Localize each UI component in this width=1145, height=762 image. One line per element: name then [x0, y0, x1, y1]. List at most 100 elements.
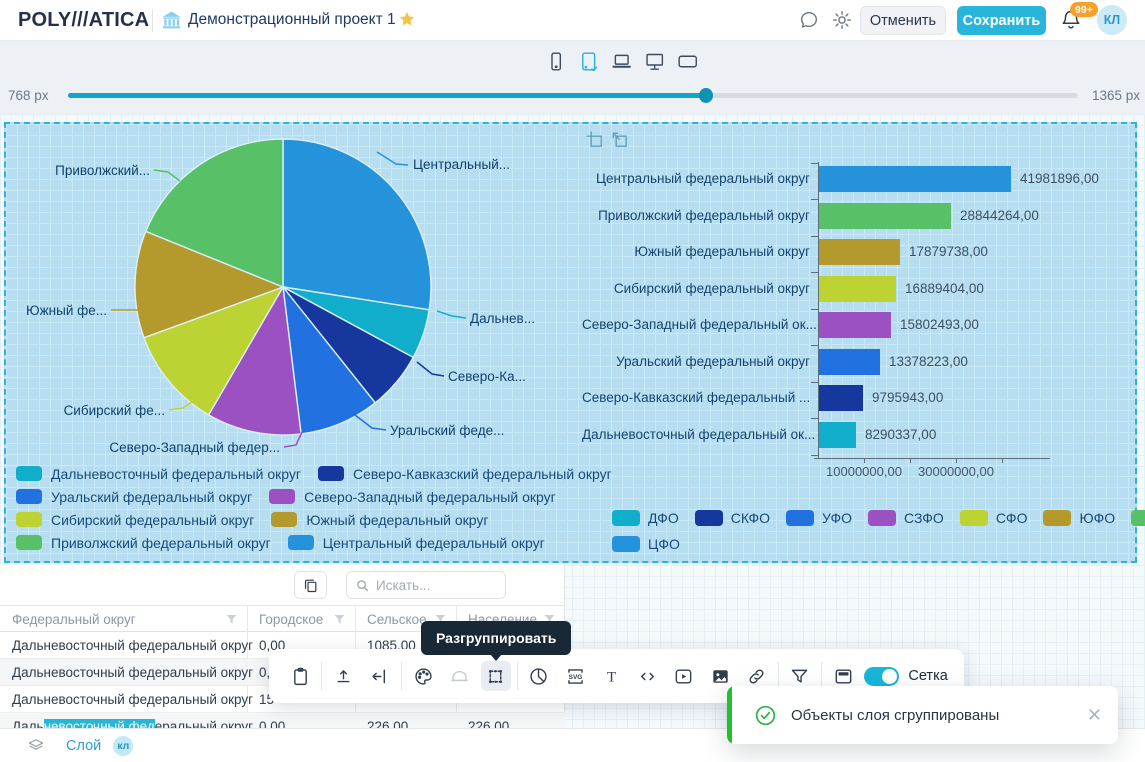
legend-item[interactable]: Дальневосточный федеральный округ [16, 466, 301, 482]
text-icon[interactable]: T [596, 661, 626, 691]
legend-item[interactable]: УФО [786, 510, 852, 526]
search-icon [355, 578, 370, 593]
legend-label: Приволжский федеральный округ [51, 535, 271, 551]
legend-item[interactable]: Центральный федеральный округ [288, 535, 545, 551]
crop-icon[interactable] [585, 130, 604, 149]
bar-legend: ДФО СКФО УФО СЗФО СФО ЮФО ПФО ЦФО [612, 505, 1145, 557]
bar-value-label: 41981896,00 [1020, 166, 1099, 192]
ungroup-icon[interactable] [481, 661, 511, 691]
legend-chip [1131, 510, 1145, 526]
legend-item[interactable]: ПФО [1131, 510, 1145, 526]
slider-thumb[interactable] [699, 88, 713, 103]
grid-toggle[interactable]: Сетка [864, 667, 947, 686]
chat-icon[interactable] [798, 9, 820, 31]
legend-item[interactable]: Северо-Западный федеральный округ [269, 489, 556, 505]
bar-category-label: Сибирский федеральный округ [582, 276, 810, 302]
legend-item[interactable]: СКФО [695, 510, 770, 526]
legend-item[interactable]: СЗФО [868, 510, 944, 526]
upload-icon[interactable] [328, 661, 358, 691]
gear-icon[interactable] [831, 9, 853, 31]
table-cell: Дальневосточный федеральный округ [12, 686, 253, 713]
bar-value-label: 15802493,00 [900, 312, 979, 338]
avatar[interactable]: КЛ [1097, 5, 1127, 35]
code-icon[interactable] [633, 661, 663, 691]
filter-icon[interactable] [225, 613, 238, 626]
bar[interactable] [818, 276, 896, 302]
save-button[interactable]: Сохранить [957, 6, 1046, 35]
toast-message: Объекты слоя сгруппированы [791, 707, 1087, 724]
legend-row: Приволжский федеральный округ Центральный… [16, 531, 629, 554]
palette-icon[interactable] [408, 661, 438, 691]
bar-value-label: 9795943,00 [872, 385, 943, 411]
legend-label: СКФО [731, 510, 770, 526]
cancel-button[interactable]: Отменить [860, 6, 946, 35]
column-header[interactable]: Федеральный округ [0, 606, 247, 632]
legend-item[interactable]: Приволжский федеральный округ [16, 535, 271, 551]
bar[interactable] [818, 203, 951, 229]
bar[interactable] [818, 422, 856, 448]
width-slider[interactable] [68, 93, 1078, 98]
logo: POLY///ATICA [18, 9, 149, 32]
y-axis [818, 162, 819, 458]
legend-row: Сибирский федеральный округ Южный федерал… [16, 508, 629, 531]
bar[interactable] [818, 166, 1011, 192]
monitor-icon[interactable] [644, 51, 665, 72]
filter-icon[interactable] [333, 613, 346, 626]
bank-icon [160, 9, 183, 32]
toggle-switch-icon[interactable] [864, 667, 899, 686]
legend-item[interactable]: Северо-Кавказский федеральный округ [318, 466, 612, 482]
laptop-icon[interactable] [611, 51, 632, 72]
paste-icon[interactable] [285, 661, 315, 691]
pie-label: Южный фе... [26, 303, 107, 318]
close-icon[interactable]: ✕ [1087, 706, 1102, 724]
y-axis-tick [811, 345, 818, 346]
column-header[interactable]: Городское [247, 606, 355, 632]
legend-item[interactable]: ЦФО [612, 536, 680, 552]
legend-row: Уральский федеральный округ Северо-Западн… [16, 485, 629, 508]
pie-chart-icon[interactable] [524, 661, 554, 691]
legend-row: ДФО СКФО УФО СЗФО СФО ЮФО ПФО [612, 505, 1145, 531]
legend-chip [16, 512, 42, 527]
bar[interactable] [818, 312, 891, 338]
phone-icon[interactable] [545, 51, 566, 72]
svg-icon[interactable]: SVG [560, 661, 590, 691]
move-out-icon[interactable] [610, 130, 629, 149]
legend-item[interactable]: Сибирский федеральный округ [16, 512, 254, 528]
pie-legend: Дальневосточный федеральный округ Северо-… [16, 462, 629, 554]
bar[interactable] [818, 239, 900, 265]
legend-item[interactable]: Южный федеральный округ [271, 512, 488, 528]
pie-chart[interactable] [132, 136, 434, 438]
legend-chip [695, 510, 723, 526]
favorite-star-icon[interactable] [398, 10, 416, 28]
bar-category-label: Северо-Кавказский федеральный ... [582, 385, 810, 411]
legend-chip [960, 510, 988, 526]
bar[interactable] [818, 385, 863, 411]
legend-item[interactable]: СФО [960, 510, 1028, 526]
legend-chip [16, 535, 42, 550]
legend-item[interactable]: ЮФО [1043, 510, 1115, 526]
grouped-selection[interactable]: Центральный...Дальнев...Северо-Ка...Урал… [4, 122, 1137, 563]
legend-chip [16, 489, 42, 504]
bar-chart[interactable]: Центральный федеральный округ41981896,00… [582, 156, 1135, 496]
layer-tab[interactable]: Слой [66, 738, 101, 754]
y-axis-tick [811, 163, 818, 164]
legend-item[interactable]: ДФО [612, 510, 679, 526]
bar[interactable] [818, 349, 880, 375]
tv-icon[interactable] [677, 51, 698, 72]
legend-label: ЮФО [1079, 510, 1115, 526]
legend-label: СФО [996, 510, 1028, 526]
y-axis-tick [811, 455, 818, 456]
pie-label: Северо-Западный федер... [109, 440, 280, 455]
svg-text:T: T [607, 669, 616, 685]
legend-label: ДФО [648, 510, 679, 526]
bar-category-label: Приволжский федеральный округ [582, 203, 810, 229]
pie-slice[interactable] [283, 139, 431, 310]
pie-label: Северо-Ка... [448, 369, 526, 384]
tablet-icon[interactable] [578, 51, 599, 72]
copy-table-button[interactable] [294, 571, 327, 599]
search-input[interactable] [376, 578, 491, 593]
legend-item[interactable]: Уральский федеральный округ [16, 489, 252, 505]
video-icon[interactable] [669, 661, 699, 691]
layers-icon[interactable] [26, 736, 46, 756]
collapse-left-icon[interactable] [365, 661, 395, 691]
